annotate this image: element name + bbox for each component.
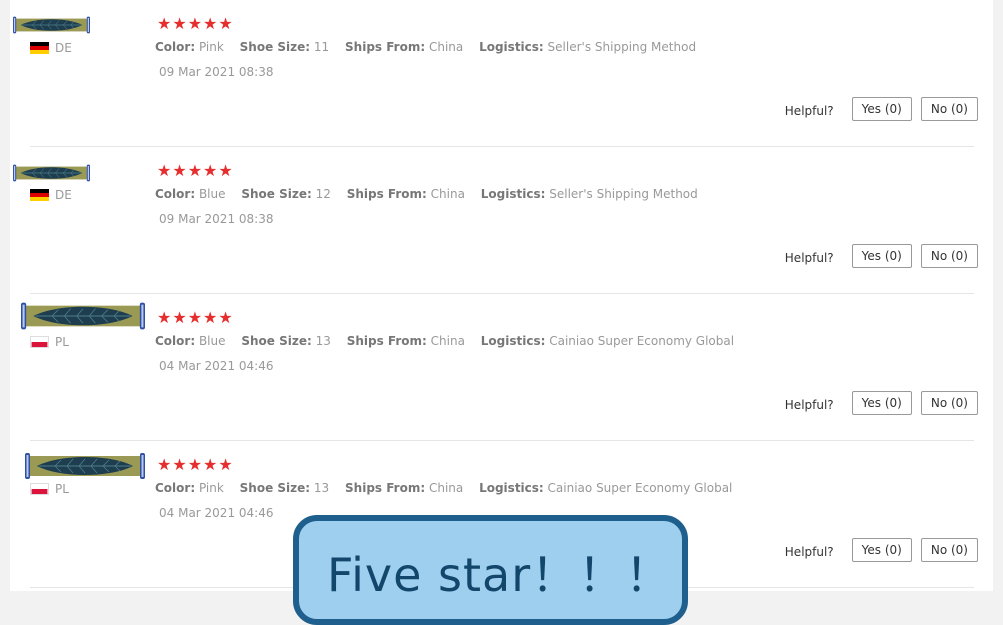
caption-text: Five star！！！ [327,548,673,602]
star-rating: ★★★★★ [157,308,234,327]
star-rating: ★★★★★ [157,455,234,474]
helpful-controls: Helpful? Yes (0) No (0) [785,391,978,415]
color-value: Pink [198,481,224,495]
shoe-size-label: Shoe Size: [239,40,311,54]
reviewer-country: DE [30,41,72,55]
color-label: Color: [155,334,196,348]
review-date: 09 Mar 2021 08:38 [159,65,274,79]
ships-from-value: China [428,481,464,495]
logistics-label: Logistics: [479,481,544,495]
ships-from-label: Ships From: [346,334,427,348]
shoe-size-value: 11 [313,40,330,54]
review-attributes: Color: Pink Shoe Size: 13 Ships From: Ch… [155,481,744,495]
helpful-yes-button[interactable]: Yes (0) [851,391,912,415]
color-label: Color: [155,187,196,201]
helpful-label: Helpful? [784,251,834,265]
shoe-size-value: 13 [313,481,330,495]
review-date: 09 Mar 2021 08:38 [159,212,274,226]
reviewer-country: PL [30,335,69,349]
color-label: Color: [155,481,196,495]
ships-from-value: China [428,40,464,54]
country-code: PL [55,335,69,349]
color-value: Blue [198,187,226,201]
review-item: DE ★★★★★ Color: Pink Shoe Size: 11 Ships… [10,0,993,147]
avatar [13,160,90,186]
star-rating: ★★★★★ [157,14,234,33]
caption-overlay: Five star！！！ [293,515,688,625]
country-code: DE [55,188,72,202]
star-rating: ★★★★★ [157,161,234,180]
shoe-size-label: Shoe Size: [241,334,312,348]
logistics-label: Logistics: [480,334,546,348]
shoe-size-label: Shoe Size: [239,481,311,495]
helpful-yes-button[interactable]: Yes (0) [851,244,912,268]
helpful-no-button[interactable]: No (0) [920,97,978,121]
helpful-controls: Helpful? Yes (0) No (0) [785,244,978,268]
ships-from-value: China [430,187,465,201]
review-attributes: Color: Blue Shoe Size: 13 Ships From: Ch… [155,334,746,348]
poland-flag-icon [30,483,49,495]
review-attributes: Color: Blue Shoe Size: 12 Ships From: Ch… [155,187,710,201]
review-attributes: Color: Pink Shoe Size: 11 Ships From: Ch… [155,40,708,54]
reviews-panel: DE ★★★★★ Color: Pink Shoe Size: 11 Ships… [10,0,993,591]
logistics-value: Seller's Shipping Method [549,187,698,201]
shoe-size-value: 12 [315,187,331,201]
color-value: Blue [198,334,226,348]
avatar [21,302,145,330]
review-date: 04 Mar 2021 04:46 [159,506,274,520]
avatar [13,12,90,38]
helpful-label: Helpful? [784,398,834,412]
logistics-label: Logistics: [479,40,544,54]
helpful-no-button[interactable]: No (0) [920,538,978,562]
helpful-label: Helpful? [784,545,834,559]
logistics-value: Cainiao Super Economy Global [549,334,735,348]
helpful-no-button[interactable]: No (0) [920,391,978,415]
helpful-no-button[interactable]: No (0) [920,244,978,268]
reviewer-country: DE [30,188,72,202]
logistics-label: Logistics: [480,187,546,201]
review-date: 04 Mar 2021 04:46 [159,359,274,373]
color-label: Color: [155,40,196,54]
review-item: DE ★★★★★ Color: Blue Shoe Size: 12 Ships… [10,147,993,294]
ships-from-label: Ships From: [346,187,427,201]
logistics-value: Cainiao Super Economy Global [547,481,733,495]
germany-flag-icon [30,42,49,54]
ships-from-label: Ships From: [345,40,426,54]
helpful-controls: Helpful? Yes (0) No (0) [785,97,978,121]
helpful-label: Helpful? [784,104,834,118]
helpful-controls: Helpful? Yes (0) No (0) [785,538,978,562]
ships-from-value: China [430,334,465,348]
shoe-size-value: 13 [315,334,331,348]
ships-from-label: Ships From: [345,481,426,495]
country-code: PL [55,482,69,496]
logistics-value: Seller's Shipping Method [547,40,697,54]
country-code: DE [55,41,72,55]
avatar [21,453,149,479]
shoe-size-label: Shoe Size: [241,187,312,201]
germany-flag-icon [30,189,49,201]
reviewer-country: PL [30,482,69,496]
review-item: PL ★★★★★ Color: Blue Shoe Size: 13 Ships… [10,294,993,441]
helpful-yes-button[interactable]: Yes (0) [851,538,912,562]
helpful-yes-button[interactable]: Yes (0) [851,97,912,121]
poland-flag-icon [30,336,49,348]
color-value: Pink [198,40,224,54]
